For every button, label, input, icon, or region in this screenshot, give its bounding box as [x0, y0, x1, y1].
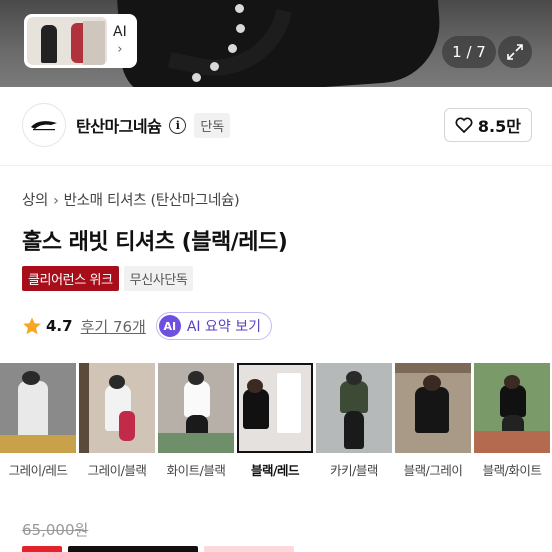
brand-name[interactable]: 탄산마그네슘: [76, 113, 162, 137]
stud-decoration: [236, 24, 245, 33]
color-option-label: 블랙/그레이: [403, 463, 463, 478]
stud-decoration: [228, 44, 237, 53]
option-image: [79, 363, 155, 453]
coupon-badge: [204, 546, 294, 552]
discount-rate: [22, 546, 62, 552]
breadcrumb-subcategory[interactable]: 반소매 티셔츠 (탄산마그네슘): [64, 193, 240, 209]
exclusive-badge: 단독: [194, 112, 231, 138]
option-image: [316, 363, 392, 453]
ai-icon: AI: [158, 315, 181, 337]
option-image: [0, 363, 76, 453]
sale-price-row: [22, 546, 294, 552]
color-option[interactable]: 카키/블랙: [316, 363, 392, 479]
color-option[interactable]: 그레이/블랙: [79, 363, 155, 479]
color-option[interactable]: 화이트/블랙: [158, 363, 234, 479]
color-option[interactable]: 그레이/레드: [0, 363, 76, 479]
stud-decoration: [210, 62, 219, 71]
color-option-label: 그레이/블랙: [87, 463, 147, 478]
expand-icon[interactable]: [498, 36, 532, 68]
clearance-badge: 클리어런스 위크: [22, 266, 119, 291]
brand-logo[interactable]: [22, 103, 66, 147]
option-image: [395, 363, 471, 453]
rating-score: 4.7: [46, 317, 73, 335]
star-icon: [23, 317, 41, 335]
review-count-link[interactable]: 후기 76개: [81, 316, 146, 337]
color-option-list: 그레이/레드 그레이/블랙 화이트/블랙 블랙/레드 카키/블랙 블랙/그레이 …: [0, 363, 552, 483]
image-counter: 1 / 7: [442, 36, 496, 68]
option-image: [158, 363, 234, 453]
color-option-label: 화이트/블랙: [166, 463, 226, 478]
color-option[interactable]: 블랙/화이트: [474, 363, 550, 479]
color-option-label: 블랙/화이트: [482, 463, 542, 478]
chevron-right-icon: ›: [117, 42, 123, 57]
product-badges: 클리어런스 위크 무신사단독: [22, 266, 194, 291]
exclusive-badge: 무신사단독: [123, 266, 194, 291]
like-button[interactable]: 8.5만: [443, 108, 532, 142]
chevron-right-icon: ›: [53, 193, 59, 209]
color-option[interactable]: 블랙/그레이: [395, 363, 471, 479]
breadcrumb-category[interactable]: 상의: [22, 193, 48, 209]
sale-price: [68, 546, 198, 552]
breadcrumb: 상의 › 반소매 티셔츠 (탄산마그네슘): [22, 189, 240, 210]
option-image: [237, 363, 313, 453]
product-image-gallery[interactable]: AI › 1 / 7: [0, 0, 552, 87]
stud-decoration: [192, 73, 201, 82]
original-price: 65,000원: [22, 521, 89, 539]
info-icon[interactable]: i: [169, 116, 187, 134]
color-option-label: 카키/블랙: [330, 463, 378, 478]
ai-label: AI: [113, 24, 127, 40]
thumbnail-image: [27, 17, 107, 65]
color-option-selected[interactable]: 블랙/레드: [237, 363, 313, 479]
color-option-label: 그레이/레드: [8, 463, 68, 478]
brand-row: 탄산마그네슘 i 단독 8.5만: [22, 103, 532, 147]
like-count: 8.5만: [477, 117, 521, 136]
rating-row: 4.7 후기 76개 AI AI 요약 보기: [22, 312, 272, 340]
color-option-label: 블랙/레드: [250, 463, 300, 478]
product-title: 홀스 래빗 티셔츠 (블랙/레드): [22, 230, 288, 255]
stud-decoration: [235, 4, 244, 13]
ai-summary-button[interactable]: AI AI 요약 보기: [155, 312, 272, 340]
ai-thumbnail-button[interactable]: AI ›: [24, 14, 137, 68]
heart-icon: [455, 117, 473, 133]
divider: [0, 165, 552, 166]
option-image: [474, 363, 550, 453]
ai-summary-label: AI 요약 보기: [186, 319, 261, 335]
